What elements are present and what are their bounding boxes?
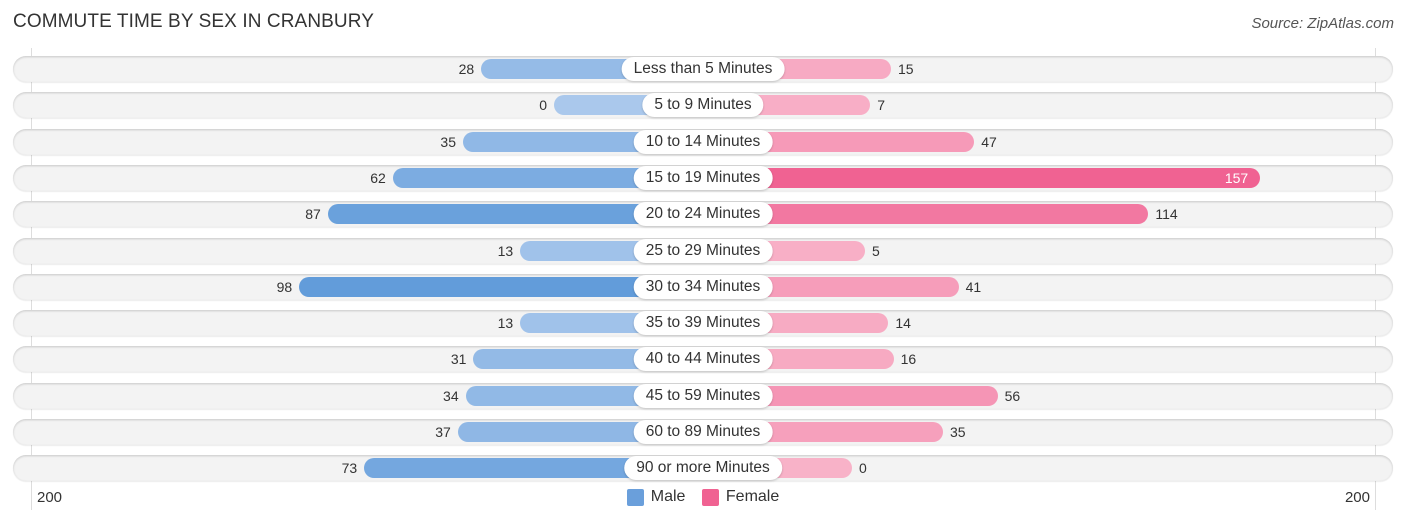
value-label-male: 13	[497, 242, 514, 259]
value-label-female: 47	[981, 133, 997, 150]
category-label: 60 to 89 Minutes	[633, 420, 773, 444]
legend-label-female: Female	[725, 488, 780, 505]
category-label: 35 to 39 Minutes	[633, 311, 773, 336]
chart-source: Source: ZipAtlas.com	[1251, 15, 1394, 32]
value-label-female: 14	[895, 315, 911, 332]
value-label-female: 56	[1004, 387, 1021, 404]
category-label: 90 or more Minutes	[624, 456, 782, 481]
value-label-male: 87	[305, 206, 321, 223]
value-label-female: 114	[1155, 206, 1178, 223]
value-label-male: 34	[443, 387, 459, 404]
female-swatch	[701, 488, 719, 506]
category-label: 40 to 44 Minutes	[633, 347, 773, 372]
legend-item-female[interactable]: Female	[701, 488, 780, 506]
chart-title: COMMUTE TIME BY SEX IN CRANBURY	[13, 11, 374, 32]
legend-item-male[interactable]: Male	[626, 488, 686, 506]
value-label-male: 62	[370, 169, 386, 186]
value-label-female: 15	[898, 61, 914, 77]
value-label-female: 157	[1224, 169, 1249, 186]
category-label: 15 to 19 Minutes	[633, 165, 773, 190]
value-label-female: 35	[950, 424, 966, 440]
legend-label-male: Male	[650, 488, 686, 505]
value-label-male: 37	[435, 424, 451, 440]
value-label-female: 5	[872, 242, 880, 259]
category-label: 10 to 14 Minutes	[633, 129, 773, 154]
value-label-female: 41	[965, 278, 982, 295]
legend: Male Female	[0, 488, 1406, 511]
value-label-female: 0	[859, 460, 867, 477]
value-label-male: 98	[276, 278, 293, 295]
category-label: Less than 5 Minutes	[621, 57, 785, 81]
bar-female[interactable]	[703, 167, 1261, 188]
male-swatch	[626, 488, 644, 506]
value-label-female: 16	[900, 351, 917, 368]
category-label: 20 to 24 Minutes	[633, 202, 773, 227]
value-label-male: 31	[450, 351, 467, 368]
value-label-male: 28	[458, 61, 475, 77]
value-label-female: 7	[877, 97, 885, 114]
value-label-male: 73	[341, 460, 358, 477]
category-label: 25 to 29 Minutes	[633, 238, 773, 263]
value-label-male: 35	[440, 133, 456, 150]
category-label: 45 to 59 Minutes	[633, 383, 773, 408]
category-label: 30 to 34 Minutes	[633, 274, 773, 299]
value-label-male: 13	[497, 315, 514, 332]
value-label-male: 0	[539, 97, 547, 114]
category-label: 5 to 9 Minutes	[642, 93, 764, 118]
